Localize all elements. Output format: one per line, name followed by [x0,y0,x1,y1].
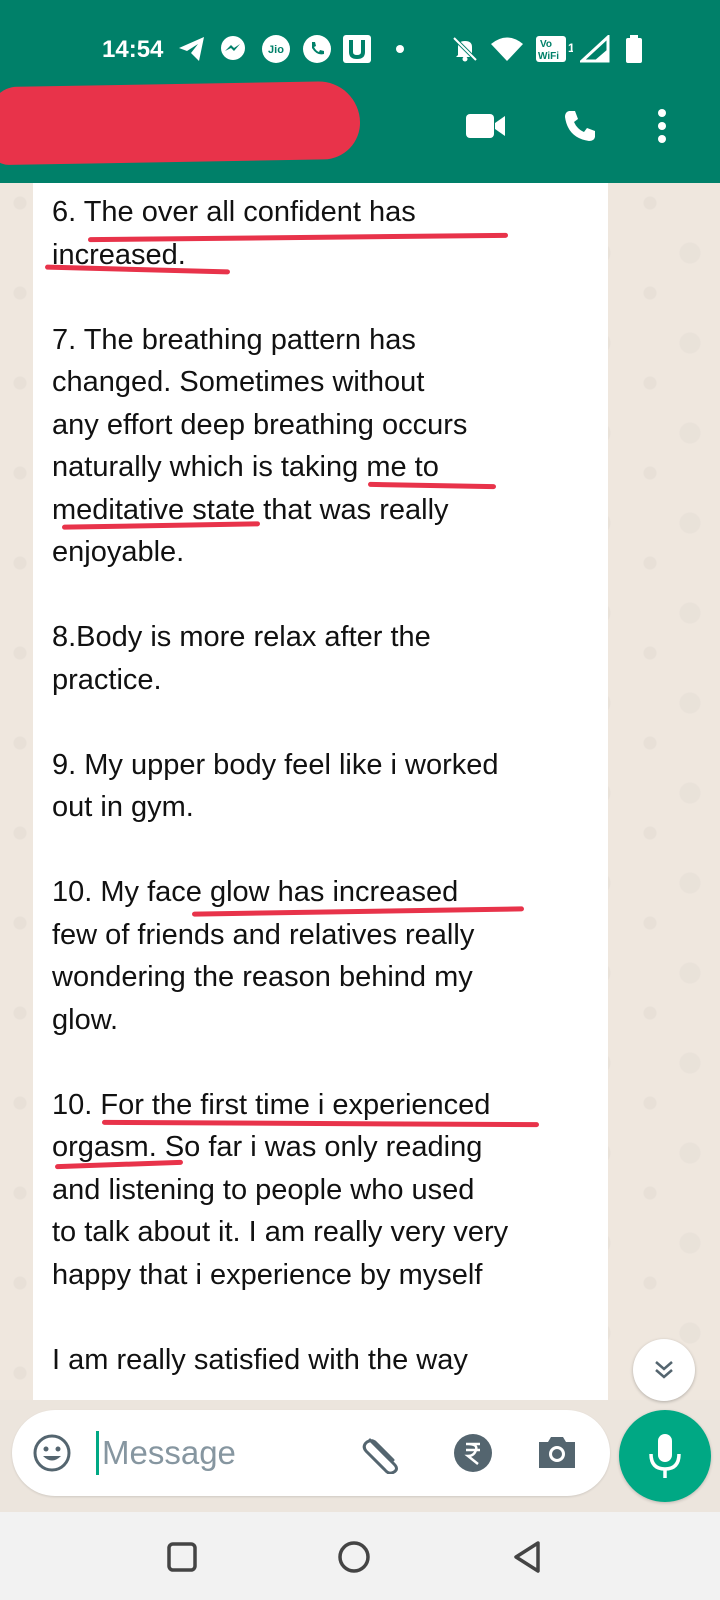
back-triangle-icon [514,1541,540,1573]
more-options-button[interactable] [640,104,684,148]
chat-area[interactable]: 6. The over all confident has increased. 7… [0,183,720,1400]
svg-text:WiFi: WiFi [538,51,559,62]
recents-button[interactable] [157,1532,207,1582]
more-options-icon [658,109,666,143]
message-input[interactable]: Message [102,1434,236,1472]
whatsapp-chat-screen: 14:54 Jio Vo WiFi 1 6. The over all conf… [0,0,720,1600]
message-line: few of friends and relatives really [52,918,475,951]
svg-text:Jio: Jio [268,44,284,56]
vowifi-badge-icon: Vo WiFi 1 [535,34,573,64]
message-line: naturally which is taking me to [52,451,439,483]
message-line: enjoyable. [52,536,185,568]
message-line: happy that i experience by myself [52,1258,483,1291]
home-circle-icon [338,1541,370,1573]
scroll-to-bottom-button[interactable] [633,1339,695,1401]
jio-icon: Jio [260,34,292,64]
message-line: 6. The over all confident has [52,196,416,228]
svg-text:1: 1 [568,41,573,55]
message-line: 10. For the first time i experienced [52,1088,491,1121]
redacted-contact-name [0,80,361,166]
message-line: practice. [52,663,162,696]
message-line: out in gym. [52,791,194,823]
double-chevron-down-icon [655,1361,673,1379]
message-line: 7. The breathing pattern has [52,323,416,356]
video-call-button[interactable] [464,104,508,148]
u-app-icon [342,34,372,64]
notification-dot-icon [395,34,405,64]
battery-icon [624,34,644,64]
microphone-icon [649,1434,681,1478]
status-time: 14:54 [102,36,164,63]
message-line: 10. My face glow has increased [52,876,459,908]
message-line: 9. My upper body feel like i worked [52,748,499,781]
text-cursor [96,1431,99,1475]
voice-call-icon [565,111,595,141]
message-composer[interactable]: Message [12,1410,610,1496]
message-line: and listening to people who used [52,1173,475,1206]
message-line: wondering the reason behind my [52,961,473,993]
telegram-icon [178,34,206,64]
voice-call-button[interactable] [558,104,602,148]
camera-icon [539,1437,575,1468]
recents-square-icon [167,1542,197,1572]
attach-button[interactable] [360,1432,406,1479]
paperclip-icon [362,1438,398,1475]
status-bar: 14:54 Jio Vo WiFi 1 [0,30,720,70]
camera-button[interactable] [535,1432,579,1477]
emoji-icon [33,1434,71,1472]
mute-bell-icon [451,34,479,64]
message-line: I am really satisfied with the way [52,1343,468,1376]
message-line: changed. Sometimes without [52,366,425,398]
cellular-signal-icon [580,34,610,64]
payment-button[interactable] [452,1432,494,1479]
svg-text:Vo: Vo [540,39,552,50]
rupee-icon [454,1434,492,1472]
emoji-button[interactable] [32,1433,72,1478]
video-call-icon [466,114,505,138]
back-button[interactable] [503,1532,553,1582]
message-line: 8.Body is more relax after the [52,621,431,653]
messenger-icon [219,34,247,64]
wifi-signal-icon [490,34,524,64]
voice-message-button[interactable] [619,1410,711,1502]
message-line: any effort deep breathing occurs [52,408,468,441]
home-button[interactable] [329,1532,379,1582]
chat-header: 14:54 Jio Vo WiFi 1 [0,0,720,183]
message-line: orgasm. So far i was only reading [52,1131,483,1163]
message-line: glow. [52,1003,119,1036]
system-navigation-bar [0,1512,720,1600]
message-line: to talk about it. I am really very very [52,1216,509,1248]
phone-call-status-icon [302,34,332,64]
